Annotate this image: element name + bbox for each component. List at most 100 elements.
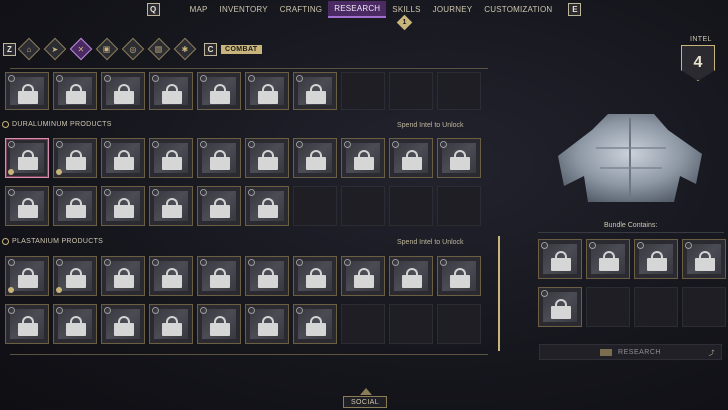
research-item-tile[interactable] — [53, 138, 97, 178]
research-item-tile[interactable] — [245, 72, 289, 110]
tab-skills[interactable]: SKILLS — [386, 2, 426, 17]
research-item-tile[interactable] — [5, 304, 49, 344]
research-item-tile[interactable] — [53, 186, 97, 226]
tab-customization[interactable]: CUSTOMIZATION — [478, 2, 558, 17]
item-type-icon — [248, 189, 255, 196]
research-button[interactable]: RESEARCH ⤴ — [539, 344, 722, 360]
lock-icon — [551, 299, 571, 319]
swords-icon[interactable]: ✕ — [69, 37, 93, 61]
gear-icon[interactable]: ✱ — [173, 37, 197, 61]
section-icon — [2, 238, 9, 245]
item-type-icon — [344, 141, 351, 148]
research-item-tile[interactable] — [197, 256, 241, 296]
item-type-icon — [392, 141, 399, 148]
scrollbar[interactable] — [498, 236, 500, 351]
research-item-tile[interactable] — [245, 256, 289, 296]
research-item-tile[interactable] — [149, 256, 193, 296]
nav-right-key[interactable]: E — [568, 2, 582, 16]
lock-icon — [450, 150, 470, 170]
research-item-tile[interactable] — [149, 186, 193, 226]
item-type-icon — [685, 242, 692, 249]
research-item-tile[interactable] — [245, 304, 289, 344]
research-item-tile[interactable] — [101, 256, 145, 296]
research-item-tile[interactable] — [149, 138, 193, 178]
research-item-tile[interactable] — [5, 138, 49, 178]
home-icon[interactable]: ⌂ — [17, 37, 41, 61]
empty-slot — [341, 186, 385, 226]
research-item-tile[interactable] — [293, 304, 337, 344]
research-item-tile[interactable] — [197, 304, 241, 344]
research-item-tile[interactable] — [101, 138, 145, 178]
research-item-tile[interactable] — [245, 138, 289, 178]
category-left-key[interactable]: Z — [3, 42, 16, 56]
tab-crafting[interactable]: CRAFTING — [274, 2, 329, 17]
research-item-tile[interactable] — [389, 138, 433, 178]
research-item-tile[interactable] — [293, 72, 337, 110]
research-item-tile[interactable] — [101, 72, 145, 110]
research-item-tile[interactable] — [197, 138, 241, 178]
research-item-tile[interactable] — [682, 239, 726, 279]
lock-icon — [66, 268, 86, 288]
research-item-tile[interactable] — [149, 304, 193, 344]
lock-icon — [18, 316, 38, 336]
lock-icon — [114, 316, 134, 336]
research-item-tile[interactable] — [293, 256, 337, 296]
research-item-tile[interactable] — [197, 72, 241, 110]
intel-icon — [600, 348, 613, 356]
item-type-icon — [152, 307, 159, 314]
arrow-icon[interactable]: ➤ — [43, 37, 67, 61]
tier-icon — [56, 169, 62, 175]
item-type-icon — [200, 75, 207, 82]
chest-icon[interactable]: ▤ — [147, 37, 171, 61]
research-item-tile[interactable] — [538, 239, 582, 279]
research-item-tile[interactable] — [101, 304, 145, 344]
research-item-tile[interactable] — [5, 186, 49, 226]
research-item-tile[interactable] — [634, 239, 678, 279]
research-item-tile[interactable] — [53, 304, 97, 344]
research-item-tile[interactable] — [245, 186, 289, 226]
research-item-tile[interactable] — [341, 256, 385, 296]
item-type-icon — [152, 259, 159, 266]
research-notification-badge: 1 — [396, 14, 413, 31]
lock-icon — [258, 268, 278, 288]
lock-icon — [162, 150, 182, 170]
research-item-tile[interactable] — [101, 186, 145, 226]
research-button-label: RESEARCH — [618, 348, 661, 356]
research-item-tile[interactable] — [437, 138, 481, 178]
tab-map[interactable]: MAP — [184, 2, 214, 17]
empty-slot — [634, 287, 678, 327]
empty-slot — [293, 186, 337, 226]
category-right-key[interactable]: C — [204, 42, 217, 56]
bundle-divider — [538, 232, 724, 233]
lock-icon — [354, 150, 374, 170]
item-type-icon — [589, 242, 596, 249]
lock-icon — [66, 150, 86, 170]
research-item-tile[interactable] — [437, 256, 481, 296]
research-item-tile[interactable] — [53, 72, 97, 110]
tab-research[interactable]: RESEARCH — [328, 0, 387, 18]
research-item-tile[interactable] — [293, 138, 337, 178]
research-item-tile[interactable] — [5, 72, 49, 110]
lock-icon — [402, 150, 422, 170]
research-item-tile[interactable] — [389, 256, 433, 296]
lock-icon — [402, 268, 422, 288]
lock-icon — [647, 251, 667, 271]
lock-icon — [162, 316, 182, 336]
item-type-icon — [296, 75, 303, 82]
lock-icon — [114, 198, 134, 218]
research-item-tile[interactable] — [149, 72, 193, 110]
tab-inventory[interactable]: INVENTORY — [214, 2, 274, 17]
research-item-tile[interactable] — [53, 256, 97, 296]
compass-icon[interactable]: ◎ — [121, 37, 145, 61]
armor-icon[interactable]: ▣ — [95, 37, 119, 61]
research-item-tile[interactable] — [538, 287, 582, 327]
item-type-icon — [152, 189, 159, 196]
research-item-tile[interactable] — [197, 186, 241, 226]
research-item-tile[interactable] — [341, 138, 385, 178]
tab-journey[interactable]: JOURNEY — [427, 2, 479, 17]
research-item-tile[interactable] — [586, 239, 630, 279]
nav-left-key[interactable]: Q — [146, 2, 160, 16]
empty-slot — [389, 186, 433, 226]
research-item-tile[interactable] — [5, 256, 49, 296]
social-button[interactable]: SOCIAL — [343, 396, 387, 408]
